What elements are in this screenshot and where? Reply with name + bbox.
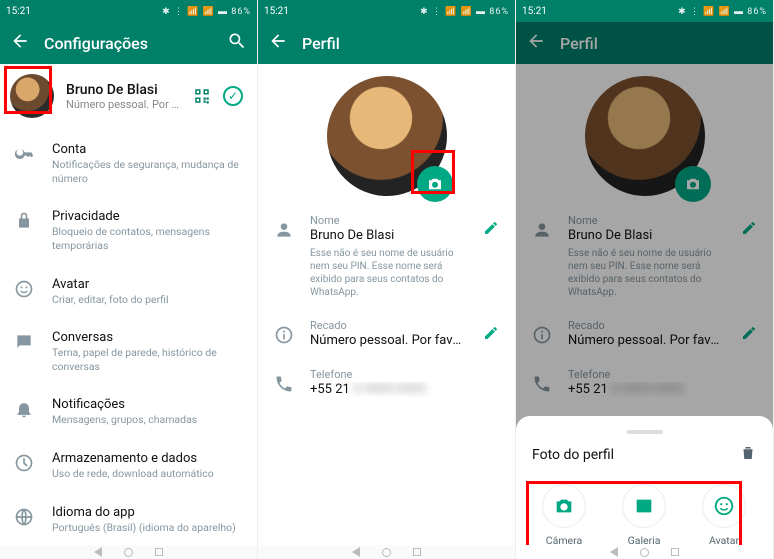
sheet-handle[interactable] — [627, 430, 663, 434]
back-icon[interactable] — [10, 31, 30, 55]
avatar-icon — [713, 495, 735, 517]
photo-options: Câmera Galeria Avatar — [532, 478, 757, 551]
search-icon[interactable] — [227, 31, 247, 55]
option-camera[interactable]: Câmera — [536, 484, 592, 547]
option-gallery[interactable]: Galeria — [616, 484, 672, 547]
item-conta[interactable]: ContaNotificações de segurança, mudança … — [0, 130, 257, 197]
sheet-title: Foto do perfil — [532, 447, 614, 463]
about-label: Recado — [310, 319, 467, 332]
header-title: Perfil — [302, 34, 505, 53]
pencil-icon[interactable] — [483, 220, 499, 236]
camera-fab[interactable] — [417, 166, 453, 202]
header-title: Configurações — [44, 34, 213, 53]
item-idioma[interactable]: Idioma do appPortuguês (Brasil) (idioma … — [0, 493, 257, 547]
profile-screen: 15:21 ✱ ⋮ 📶 📶 ▬ 86% Perfil Nome Bruno De… — [258, 0, 516, 559]
photo-bottom-sheet: Foto do perfil Câmera Galeria Avatar — [516, 416, 773, 559]
status-time: 15:21 — [522, 6, 547, 17]
verified-icon[interactable]: ✓ — [223, 86, 243, 106]
profile-row[interactable]: Bruno De Blasi Número pessoal. Por favor… — [0, 64, 257, 128]
field-name[interactable]: Nome Bruno De Blasi Esse não é seu nome … — [258, 202, 515, 307]
option-avatar[interactable]: Avatar — [696, 484, 752, 547]
item-privacidade[interactable]: PrivacidadeBloqueio de contatos, mensage… — [0, 197, 257, 264]
status-time: 15:21 — [264, 6, 289, 17]
item-avatar[interactable]: AvatarCriar, editar, foto do perfil — [0, 265, 257, 319]
android-navbar[interactable] — [0, 545, 257, 559]
settings-list: ContaNotificações de segurança, mudança … — [0, 128, 257, 559]
qr-icon[interactable] — [193, 87, 211, 105]
status-time: 15:21 — [6, 6, 31, 17]
status-bar: 15:21 ✱ ⋮ 📶 📶 ▬ 86% — [516, 0, 773, 22]
name-label: Nome — [310, 214, 467, 227]
status-bar: 15:21 ✱ ⋮ 📶 📶 ▬ 86% — [258, 0, 515, 22]
status-icons: ✱ ⋮ 📶 📶 ▬ 86% — [162, 6, 251, 17]
settings-screen: 15:21 ✱ ⋮ 📶 📶 ▬ 86% Configurações Bruno … — [0, 0, 258, 559]
delete-icon[interactable] — [739, 444, 757, 466]
profile-screen-sheet: 15:21 ✱ ⋮ 📶 📶 ▬ 86% Perfil Nome Bruno De… — [516, 0, 774, 559]
status-icons: ✱ ⋮ 📶 📶 ▬ 86% — [420, 6, 509, 17]
name-help: Esse não é seu nome de usuário nem seu P… — [310, 247, 467, 299]
android-navbar[interactable] — [516, 545, 773, 559]
avatar[interactable] — [10, 74, 54, 118]
field-phone: Telefone +55 21 9 9999-9999 — [258, 356, 515, 405]
field-about[interactable]: Recado Número pessoal. Por favor, não co… — [258, 307, 515, 356]
phone-value: +55 21 9 9999-9999 — [310, 382, 499, 397]
camera-icon — [553, 495, 575, 517]
item-conversas[interactable]: ConversasTema, papel de parede, históric… — [0, 318, 257, 385]
pencil-icon[interactable] — [483, 325, 499, 341]
status-bar: 15:21 ✱ ⋮ 📶 📶 ▬ 86% — [0, 0, 257, 22]
status-icons: ✱ ⋮ 📶 📶 ▬ 86% — [678, 6, 767, 17]
item-notificacoes[interactable]: NotificaçõesMensagens, grupos, chamadas — [0, 385, 257, 439]
profile-name: Bruno De Blasi — [66, 82, 181, 98]
settings-header: Configurações — [0, 22, 257, 64]
gallery-icon — [633, 495, 655, 517]
profile-photo[interactable] — [327, 76, 447, 196]
android-navbar[interactable] — [258, 545, 515, 559]
name-value: Bruno De Blasi — [310, 228, 467, 243]
phone-label: Telefone — [310, 368, 499, 381]
profile-header: Perfil — [258, 22, 515, 64]
about-value: Número pessoal. Por favor, não compa... — [310, 333, 467, 348]
back-icon[interactable] — [268, 31, 288, 55]
profile-status: Número pessoal. Por favor, nã... — [66, 98, 181, 111]
item-armazenamento[interactable]: Armazenamento e dadosUso de rede, downlo… — [0, 439, 257, 493]
